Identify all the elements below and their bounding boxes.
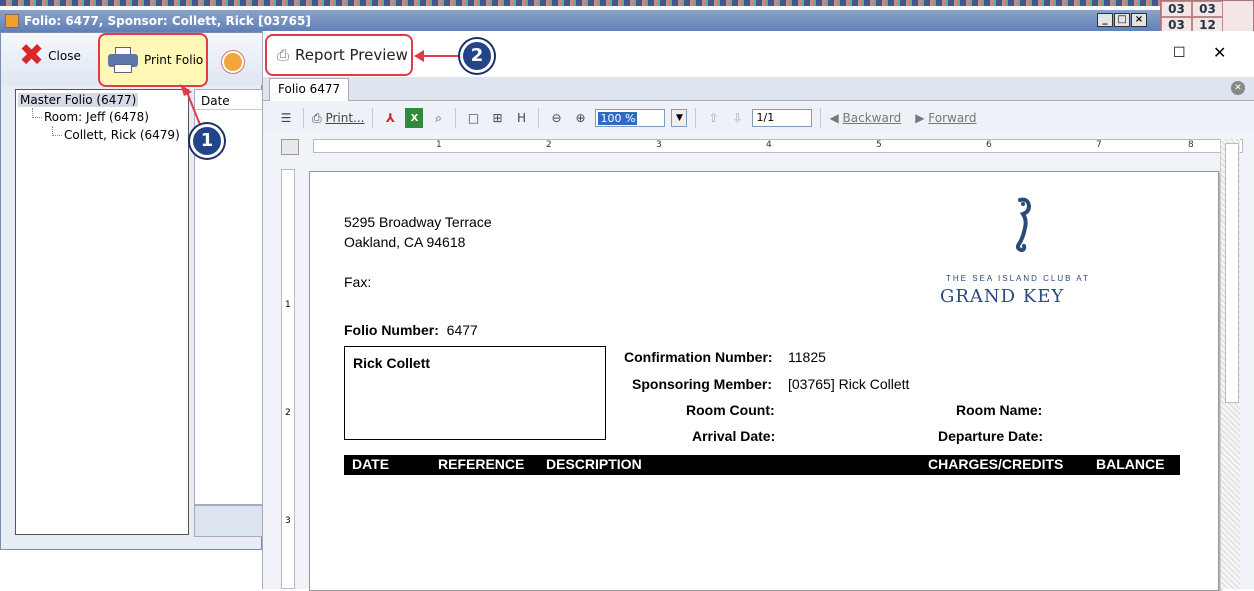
annotation-arrows <box>180 50 460 133</box>
callout-1: 1 <box>190 124 224 158</box>
callout-2: 2 <box>460 39 494 73</box>
